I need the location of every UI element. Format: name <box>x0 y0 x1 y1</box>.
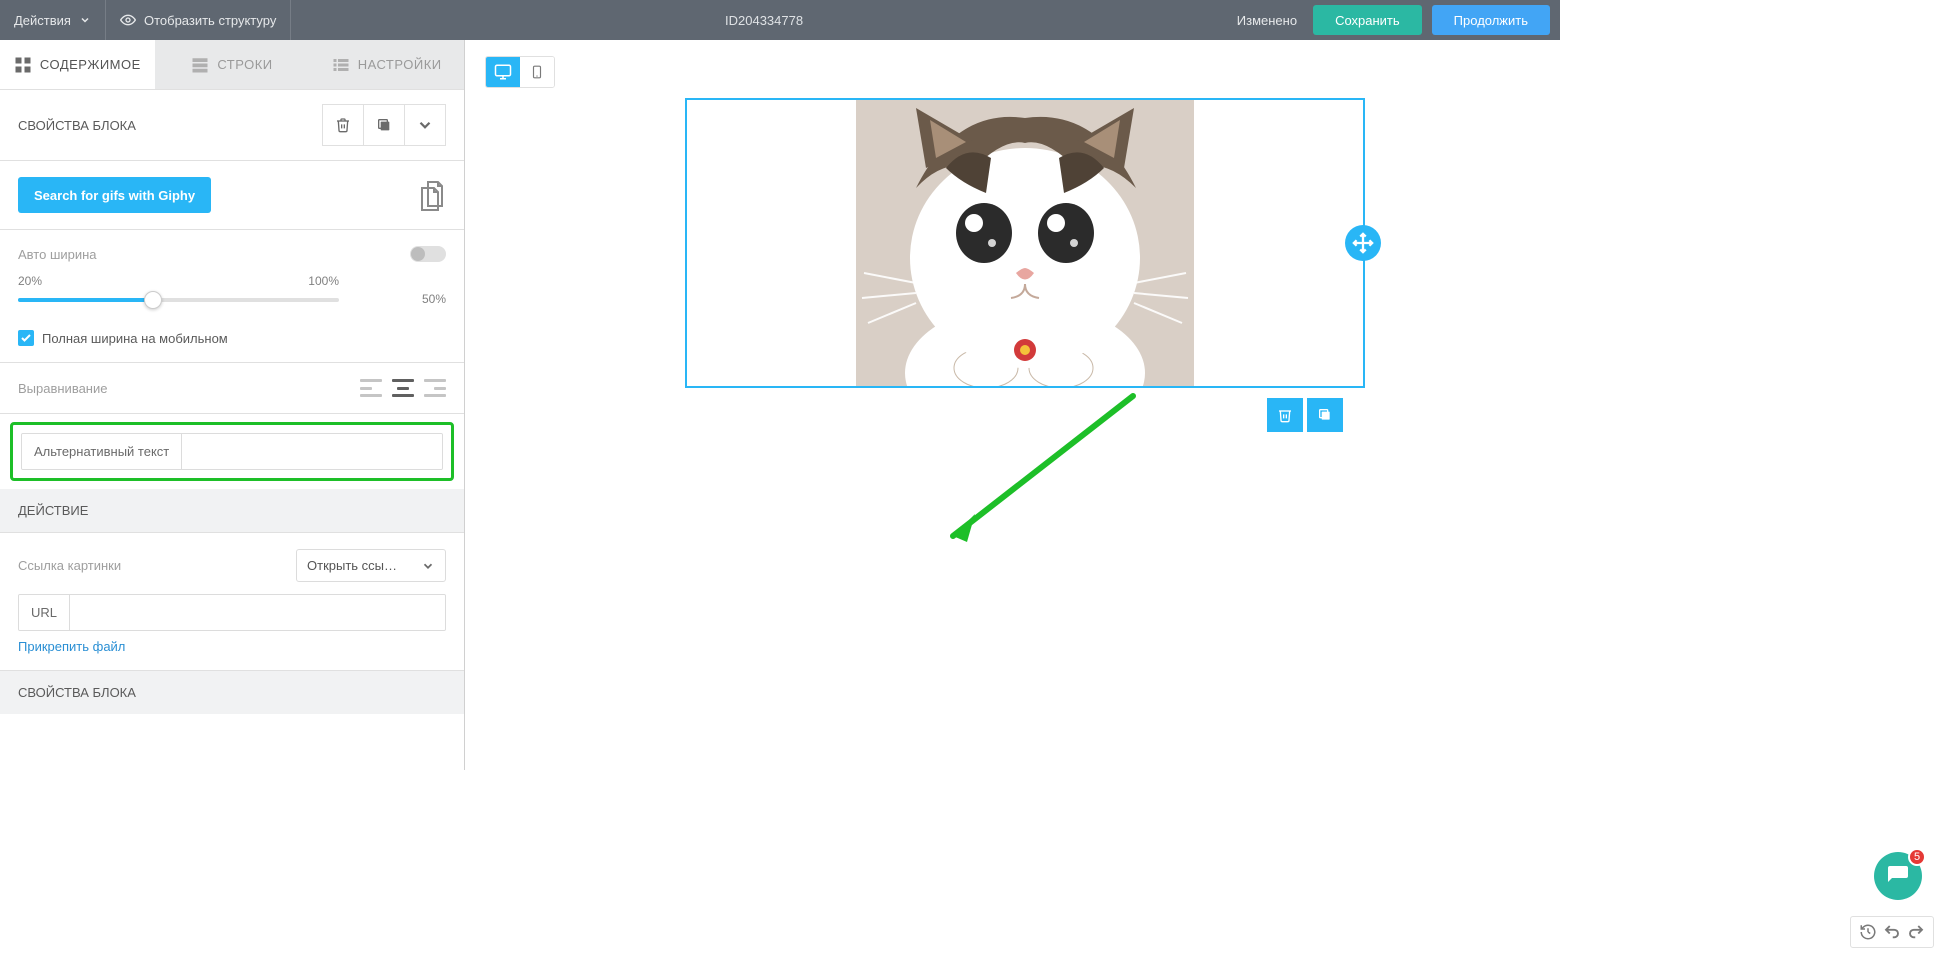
collapse-block-button[interactable] <box>404 104 446 146</box>
move-handle[interactable] <box>1345 225 1381 261</box>
block-properties-header: СВОЙСТВА БЛОКА <box>0 90 464 161</box>
undo-icon <box>1883 923 1901 941</box>
alignment-label: Выравнивание <box>18 381 107 396</box>
block-properties-footer: СВОЙСТВА БЛОКА <box>0 670 464 714</box>
action-header-label: ДЕЙСТВИЕ <box>18 503 88 518</box>
chevron-down-icon <box>79 14 91 26</box>
alt-text-highlight: Альтернативный текст <box>10 422 454 481</box>
align-right-button[interactable] <box>424 379 446 397</box>
url-label: URL <box>19 595 70 630</box>
content-image <box>856 100 1194 386</box>
annotation-arrow <box>933 386 1153 556</box>
open-link-select[interactable]: Открыть ссы… <box>296 549 446 582</box>
undo-button[interactable] <box>1881 921 1903 943</box>
show-structure-label: Отобразить структуру <box>144 13 276 28</box>
modified-status: Изменено <box>1237 13 1297 28</box>
delete-block-button[interactable] <box>322 104 364 146</box>
search-giphy-button[interactable]: Search for gifs with Giphy <box>18 177 211 213</box>
alt-text-input[interactable] <box>182 434 442 469</box>
mobile-view-button[interactable] <box>520 57 554 87</box>
actions-dropdown[interactable]: Действия <box>0 0 106 40</box>
tab-content[interactable]: СОДЕРЖИМОЕ <box>0 40 155 89</box>
tab-settings-label: НАСТРОЙКИ <box>358 57 442 72</box>
copy-document-button[interactable] <box>418 180 446 210</box>
history-controls <box>1850 916 1934 948</box>
block-properties-title: СВОЙСТВА БЛОКА <box>18 118 136 133</box>
slider-value: 50% <box>422 292 446 306</box>
properties-sidebar: СОДЕРЖИМОЕ СТРОКИ НАСТРОЙКИ СВОЙСТВА БЛО… <box>0 40 465 770</box>
top-toolbar: Действия Отобразить структуру ID20433477… <box>0 0 1560 40</box>
redo-button[interactable] <box>1905 921 1927 943</box>
list-icon <box>332 56 350 74</box>
tab-content-label: СОДЕРЖИМОЕ <box>40 57 141 72</box>
show-structure-button[interactable]: Отобразить структуру <box>106 0 291 40</box>
auto-width-label: Авто ширина <box>18 247 97 262</box>
frame-duplicate-button[interactable] <box>1307 398 1343 432</box>
history-button[interactable] <box>1857 921 1879 943</box>
grid-icon <box>14 56 32 74</box>
align-center-button[interactable] <box>392 379 414 397</box>
trash-icon <box>1277 407 1293 423</box>
attach-file-link[interactable]: Прикрепить файл <box>18 639 446 654</box>
chevron-down-icon <box>421 559 435 573</box>
open-link-value: Открыть ссы… <box>307 558 415 573</box>
move-icon <box>1352 232 1374 254</box>
selected-block-frame[interactable] <box>685 98 1365 388</box>
cat-illustration <box>856 100 1194 386</box>
document-id: ID204334778 <box>291 13 1236 28</box>
full-width-mobile-checkbox[interactable] <box>18 330 34 346</box>
history-icon <box>1859 923 1877 941</box>
check-icon <box>20 332 32 344</box>
monitor-icon <box>494 63 512 81</box>
tab-settings[interactable]: НАСТРОЙКИ <box>309 40 464 89</box>
url-input[interactable] <box>70 595 445 630</box>
width-slider[interactable] <box>18 298 339 302</box>
alt-text-label: Альтернативный текст <box>22 434 182 469</box>
trash-icon <box>335 117 351 133</box>
chat-icon <box>1886 864 1910 888</box>
mobile-icon <box>530 63 544 81</box>
align-left-button[interactable] <box>360 379 382 397</box>
tab-rows[interactable]: СТРОКИ <box>155 40 310 89</box>
action-section-header: ДЕЙСТВИЕ <box>0 489 464 533</box>
chat-button[interactable]: 5 <box>1874 852 1922 900</box>
chat-badge: 5 <box>1908 848 1926 866</box>
rows-icon <box>191 56 209 74</box>
slider-thumb[interactable] <box>144 291 162 309</box>
full-width-mobile-label: Полная ширина на мобильном <box>42 331 228 346</box>
duplicate-block-button[interactable] <box>363 104 405 146</box>
slider-min-label: 20% <box>18 274 42 288</box>
auto-width-toggle[interactable] <box>410 246 446 262</box>
desktop-view-button[interactable] <box>486 57 520 87</box>
slider-max-label: 100% <box>308 274 339 288</box>
frame-delete-button[interactable] <box>1267 398 1303 432</box>
redo-icon <box>1907 923 1925 941</box>
documents-icon <box>418 180 446 212</box>
duplicate-icon <box>376 117 392 133</box>
image-link-label: Ссылка картинки <box>18 558 121 573</box>
slider-fill <box>18 298 153 302</box>
continue-button[interactable]: Продолжить <box>1432 5 1550 35</box>
save-button[interactable]: Сохранить <box>1313 5 1422 35</box>
duplicate-icon <box>1317 407 1333 423</box>
tab-rows-label: СТРОКИ <box>217 57 272 72</box>
actions-label: Действия <box>14 13 71 28</box>
block-footer-label: СВОЙСТВА БЛОКА <box>18 685 136 700</box>
chevron-down-icon <box>416 116 434 134</box>
canvas-area <box>465 40 1560 770</box>
eye-icon <box>120 12 136 28</box>
